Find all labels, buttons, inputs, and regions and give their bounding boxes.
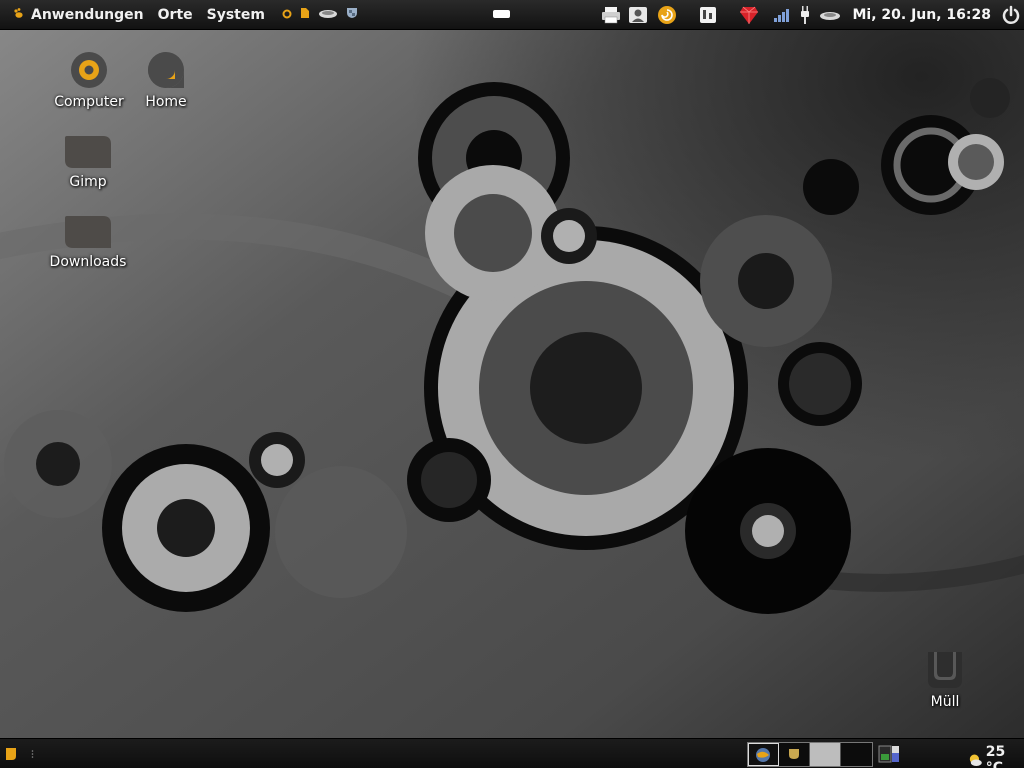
trash-icon — [928, 652, 962, 688]
workspace-3[interactable] — [810, 743, 841, 766]
home-icon — [148, 52, 184, 88]
weather-applet[interactable]: 25 °C — [968, 744, 1024, 768]
desktop-icon-label: Gimp — [69, 174, 107, 190]
window-thumbnail-icon — [789, 749, 799, 759]
gnome-foot-icon — [13, 7, 25, 23]
desktop-icon-label: Müll — [930, 694, 960, 710]
shell-icon[interactable] — [657, 5, 677, 25]
places-menu-label: Orte — [157, 7, 193, 23]
clock[interactable]: Mi, 20. Jun, 16:28 — [853, 7, 992, 23]
power-plug-icon[interactable] — [799, 5, 811, 25]
signal-icon[interactable] — [773, 7, 791, 23]
folder-icon — [65, 216, 111, 248]
printer-icon[interactable] — [601, 6, 621, 24]
applications-menu-label: Anwendungen — [31, 7, 144, 23]
mouse-icon[interactable] — [819, 9, 841, 21]
computer-icon — [71, 52, 107, 88]
desktop-icon-label: Downloads — [49, 254, 127, 270]
desktop-wallpaper — [0, 0, 1024, 768]
desktop-icon-label: Home — [145, 94, 187, 110]
applications-menu[interactable]: Anwendungen — [6, 0, 151, 30]
system-menu-label: System — [206, 7, 265, 23]
desktop-icon-downloads[interactable]: Downloads — [43, 214, 133, 270]
cpu-monitor-icon[interactable] — [878, 745, 900, 763]
mouse-icon[interactable] — [318, 7, 338, 23]
shield-icon[interactable] — [346, 7, 358, 23]
system-menu[interactable]: System — [200, 0, 272, 30]
browser-window-icon — [756, 748, 770, 762]
desktop-icon-home[interactable]: Home — [121, 50, 211, 110]
workspace-1[interactable] — [748, 743, 779, 766]
weather-temperature: 25 °C — [985, 744, 1006, 768]
top-panel: Anwendungen Orte System Mi, 20. Jun, 16:… — [0, 0, 1024, 30]
folder-icon — [65, 136, 111, 168]
workspace-4[interactable] — [841, 743, 872, 766]
panel-grip-icon[interactable] — [31, 749, 34, 759]
bottom-panel: 25 °C — [0, 738, 1024, 768]
audio-icon[interactable] — [699, 6, 717, 24]
partly-sunny-icon — [969, 754, 982, 766]
workspace-switcher[interactable] — [747, 742, 873, 767]
workspace-2[interactable] — [779, 743, 810, 766]
ruby-icon[interactable] — [739, 5, 759, 25]
show-desktop-icon[interactable] — [6, 748, 16, 760]
places-menu[interactable]: Orte — [151, 0, 200, 30]
desktop-icon-gimp[interactable]: Gimp — [43, 134, 133, 190]
desktop-icon-trash[interactable]: Müll — [900, 650, 990, 710]
user-switch-icon[interactable] — [628, 5, 649, 25]
power-icon[interactable] — [1001, 5, 1021, 25]
bulb-icon[interactable] — [282, 7, 292, 23]
note-icon[interactable] — [300, 7, 310, 23]
window-list-indicator[interactable] — [493, 10, 510, 18]
